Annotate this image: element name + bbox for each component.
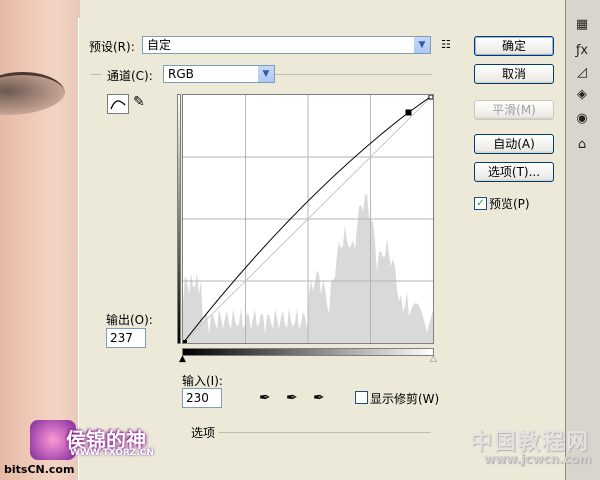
channel-select[interactable]: RGB ▼ bbox=[163, 65, 275, 83]
black-eyedropper-icon[interactable]: ✒ bbox=[259, 390, 271, 406]
output-field[interactable]: 237 bbox=[106, 328, 146, 348]
tool-palette: ▦ ƒx ◿ ◈ ◉ ⌂ bbox=[565, 0, 600, 480]
curve-svg[interactable] bbox=[182, 94, 434, 344]
preview-label: 预览(P) bbox=[489, 197, 530, 211]
curve-endpoint bbox=[183, 340, 187, 344]
chevron-down-icon: ▼ bbox=[413, 37, 430, 53]
curve-endpoint bbox=[428, 94, 434, 100]
group-border bbox=[274, 74, 432, 75]
curve-tool-button[interactable] bbox=[107, 94, 129, 114]
palette-adjust-icon[interactable]: ◉ bbox=[570, 108, 594, 128]
palette-brush-icon[interactable]: ◿ bbox=[570, 62, 594, 82]
cancel-button[interactable]: 取消 bbox=[474, 64, 554, 84]
palette-path-icon[interactable]: ⌂ bbox=[570, 134, 594, 154]
white-point-slider-icon[interactable]: △ bbox=[430, 354, 437, 364]
output-gradient-bar bbox=[177, 94, 181, 344]
options-button[interactable]: 选项(T)... bbox=[474, 162, 554, 182]
curve-control-point bbox=[405, 109, 412, 116]
palette-layers-icon[interactable]: ◈ bbox=[570, 84, 594, 104]
preset-label: 预设(R): bbox=[89, 40, 135, 54]
background-photo bbox=[0, 0, 80, 480]
curve-options-label: 选项 bbox=[191, 426, 216, 440]
curve-graph[interactable] bbox=[182, 94, 434, 344]
input-label: 输入(I): bbox=[182, 374, 223, 388]
channel-label: 通道(C): bbox=[107, 69, 153, 83]
watermark-left-url: WWW.TXORZ.CN bbox=[70, 448, 154, 458]
pencil-tool-icon[interactable]: ✎ bbox=[133, 94, 145, 110]
options-group-border bbox=[219, 432, 431, 433]
palette-grid-icon[interactable]: ▦ bbox=[570, 14, 594, 34]
white-eyedropper-icon[interactable]: ✒ bbox=[313, 390, 325, 406]
chevron-down-icon: ▼ bbox=[257, 66, 274, 82]
palette-fx-icon[interactable]: ƒx bbox=[570, 40, 594, 60]
ok-button[interactable]: 确定 bbox=[474, 36, 554, 56]
output-label: 输出(O): bbox=[106, 313, 153, 327]
photo-eye bbox=[0, 72, 65, 115]
curve-icon bbox=[110, 100, 126, 110]
watermark-bottom-left: bitsCN.com bbox=[4, 463, 75, 476]
show-clipping-label: 显示修剪(W) bbox=[370, 392, 440, 406]
show-clipping-checkbox[interactable] bbox=[355, 391, 368, 404]
preset-menu-icon[interactable]: ☷ bbox=[441, 38, 451, 51]
group-border bbox=[91, 74, 101, 75]
smooth-button[interactable]: 平滑(M) bbox=[474, 100, 554, 120]
preview-checkbox[interactable]: ✓ bbox=[474, 197, 487, 210]
curves-dialog: 预设(R): 自定 ▼ ☷ 通道(C): RGB ▼ ✎ ▲ △ 输出(O): … bbox=[78, 18, 565, 480]
watermark-right-url: www.jcwcn.com bbox=[484, 452, 592, 466]
preset-value: 自定 bbox=[147, 38, 172, 52]
gray-eyedropper-icon[interactable]: ✒ bbox=[286, 390, 298, 406]
auto-button[interactable]: 自动(A) bbox=[474, 134, 554, 154]
preset-select[interactable]: 自定 ▼ bbox=[142, 36, 431, 54]
input-field[interactable]: 230 bbox=[182, 388, 222, 408]
input-gradient-bar bbox=[182, 348, 434, 356]
black-point-slider-icon[interactable]: ▲ bbox=[179, 354, 186, 364]
channel-value: RGB bbox=[168, 67, 194, 81]
